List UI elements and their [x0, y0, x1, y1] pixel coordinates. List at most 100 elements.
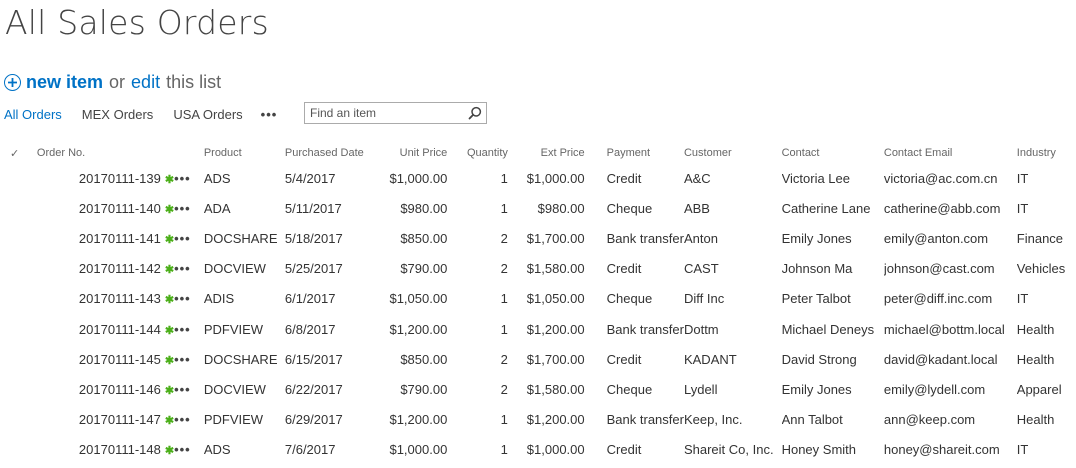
order-no[interactable]: 20170111-141 [79, 231, 161, 246]
row-menu-cell[interactable]: ••• [174, 344, 204, 374]
order-no-cell[interactable]: 20170111-141 ✱ [37, 223, 174, 253]
row-menu-cell[interactable]: ••• [174, 405, 204, 435]
row-select-cell[interactable] [0, 405, 37, 435]
row-menu-cell[interactable]: ••• [174, 284, 204, 314]
col-quantity[interactable]: Quantity [447, 143, 508, 163]
row-select-cell[interactable] [0, 435, 37, 465]
customer-link[interactable]: Lydell [684, 374, 782, 404]
contact-email-link[interactable]: ann@keep.com [884, 405, 1017, 435]
contact-email-link[interactable]: honey@shareit.com [884, 435, 1017, 465]
contact-email-link[interactable]: johnson@cast.com [884, 254, 1017, 284]
col-industry[interactable]: Industry [1017, 143, 1076, 163]
row-menu-ellipsis-icon[interactable]: ••• [174, 171, 191, 186]
customer-link[interactable]: A&C [684, 163, 782, 193]
row-menu-cell[interactable]: ••• [174, 254, 204, 284]
contact-email-link[interactable]: emily@lydell.com [884, 374, 1017, 404]
tab-usa-orders[interactable]: USA Orders [173, 107, 242, 122]
customer-link[interactable]: ABB [684, 193, 782, 223]
search-input[interactable] [305, 104, 470, 122]
customer-link[interactable]: Dottm [684, 314, 782, 344]
order-no-cell[interactable]: 20170111-148 ✱ [37, 435, 174, 465]
table-row[interactable]: 20170111-140 ✱ ••• ADA 5/11/2017 $980.00 1 $980… [0, 193, 1076, 223]
order-no-cell[interactable]: 20170111-143 ✱ [37, 284, 174, 314]
search-icon[interactable] [468, 106, 482, 125]
col-purchased-date[interactable]: Purchased Date [283, 143, 364, 163]
row-menu-ellipsis-icon[interactable]: ••• [174, 352, 191, 367]
table-row[interactable]: 20170111-141 ✱ ••• DOCSHARE 5/18/2017 $850.00… [0, 223, 1076, 253]
contact-email-link[interactable]: david@kadant.local [884, 344, 1017, 374]
table-row[interactable]: 20170111-143 ✱ ••• ADIS 6/1/2017 $1,050.00 1 $1… [0, 284, 1076, 314]
new-item-link[interactable]: new item [26, 72, 103, 93]
row-select-cell[interactable] [0, 254, 37, 284]
table-row[interactable]: 20170111-147 ✱ ••• PDFVIEW 6/29/2017 $1,200.0… [0, 405, 1076, 435]
order-no[interactable]: 20170111-143 [79, 291, 161, 306]
customer-link[interactable]: Keep, Inc. [684, 405, 782, 435]
col-payment[interactable]: Payment [585, 143, 684, 163]
table-row[interactable]: 20170111-146 ✱ ••• DOCVIEW 6/22/2017 $790.00 2… [0, 374, 1076, 404]
order-no-cell[interactable]: 20170111-147 ✱ [37, 405, 174, 435]
row-select-cell[interactable] [0, 374, 37, 404]
col-contact[interactable]: Contact [782, 143, 884, 163]
order-no[interactable]: 20170111-140 [79, 201, 161, 216]
table-row[interactable]: 20170111-142 ✱ ••• DOCVIEW 5/25/2017 $790.00 2… [0, 254, 1076, 284]
col-contact-email[interactable]: Contact Email [884, 143, 1017, 163]
order-no-cell[interactable]: 20170111-145 ✱ [37, 344, 174, 374]
order-no[interactable]: 20170111-144 [79, 322, 161, 337]
tab-all-orders[interactable]: All Orders [4, 107, 62, 122]
contact-email-link[interactable]: peter@diff.inc.com [884, 284, 1017, 314]
row-menu-cell[interactable]: ••• [174, 435, 204, 465]
col-product[interactable]: Product [204, 143, 283, 163]
col-customer[interactable]: Customer [684, 143, 782, 163]
row-menu-cell[interactable]: ••• [174, 314, 204, 344]
order-no[interactable]: 20170111-139 [79, 171, 161, 186]
customer-link[interactable]: Diff Inc [684, 284, 782, 314]
customer-link[interactable]: Anton [684, 223, 782, 253]
customer-link[interactable]: KADANT [684, 344, 782, 374]
row-menu-ellipsis-icon[interactable]: ••• [174, 442, 191, 457]
order-no-cell[interactable]: 20170111-144 ✱ [37, 314, 174, 344]
order-no[interactable]: 20170111-147 [79, 412, 161, 427]
contact-email-link[interactable]: catherine@abb.com [884, 193, 1017, 223]
row-menu-ellipsis-icon[interactable]: ••• [174, 322, 191, 337]
col-order-no[interactable]: Order No. [37, 143, 174, 163]
col-ext-price[interactable]: Ext Price [508, 143, 585, 163]
customer-link[interactable]: Shareit Co, Inc. [684, 435, 782, 465]
contact-email-link[interactable]: victoria@ac.com.cn [884, 163, 1017, 193]
row-select-cell[interactable] [0, 314, 37, 344]
row-select-cell[interactable] [0, 284, 37, 314]
more-views-ellipsis-icon[interactable]: ••• [261, 107, 278, 122]
row-select-cell[interactable] [0, 223, 37, 253]
contact-email-link[interactable]: emily@anton.com [884, 223, 1017, 253]
order-no-cell[interactable]: 20170111-139 ✱ [37, 163, 174, 193]
row-menu-cell[interactable]: ••• [174, 223, 204, 253]
tab-mex-orders[interactable]: MEX Orders [82, 107, 154, 122]
row-menu-ellipsis-icon[interactable]: ••• [174, 291, 191, 306]
row-menu-cell[interactable]: ••• [174, 193, 204, 223]
order-no[interactable]: 20170111-146 [79, 382, 161, 397]
edit-link[interactable]: edit [131, 72, 160, 93]
table-row[interactable]: 20170111-148 ✱ ••• ADS 7/6/2017 $1,000.00 1 $1,… [0, 435, 1076, 465]
order-no-cell[interactable]: 20170111-142 ✱ [37, 254, 174, 284]
select-all-check-icon[interactable]: ✓ [0, 143, 37, 163]
col-unit-price[interactable]: Unit Price [364, 143, 448, 163]
row-select-cell[interactable] [0, 163, 37, 193]
row-menu-ellipsis-icon[interactable]: ••• [174, 231, 191, 246]
order-no[interactable]: 20170111-142 [79, 261, 161, 276]
row-menu-ellipsis-icon[interactable]: ••• [174, 261, 191, 276]
table-row[interactable]: 20170111-145 ✱ ••• DOCSHARE 6/15/2017 $850.00… [0, 344, 1076, 374]
customer-link[interactable]: CAST [684, 254, 782, 284]
row-select-cell[interactable] [0, 344, 37, 374]
order-no-cell[interactable]: 20170111-140 ✱ [37, 193, 174, 223]
order-no[interactable]: 20170111-148 [79, 442, 161, 457]
add-circle-icon[interactable] [4, 73, 21, 91]
row-menu-cell[interactable]: ••• [174, 374, 204, 404]
row-menu-ellipsis-icon[interactable]: ••• [174, 412, 191, 427]
order-no-cell[interactable]: 20170111-146 ✱ [37, 374, 174, 404]
table-row[interactable]: 20170111-144 ✱ ••• PDFVIEW 6/8/2017 $1,200.00… [0, 314, 1076, 344]
order-no[interactable]: 20170111-145 [79, 352, 161, 367]
row-select-cell[interactable] [0, 193, 37, 223]
row-menu-cell[interactable]: ••• [174, 163, 204, 193]
row-menu-ellipsis-icon[interactable]: ••• [174, 201, 191, 216]
table-row[interactable]: 20170111-139 ✱ ••• ADS 5/4/2017 $1,000.00 1 $1,… [0, 163, 1076, 193]
row-menu-ellipsis-icon[interactable]: ••• [174, 382, 191, 397]
